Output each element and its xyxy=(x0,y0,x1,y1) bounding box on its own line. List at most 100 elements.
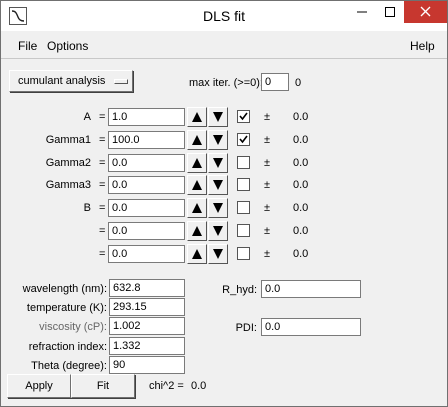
triangle-down-icon xyxy=(213,226,223,236)
equals-sign: = xyxy=(99,202,106,214)
equals-sign: = xyxy=(99,179,106,191)
close-icon xyxy=(420,6,431,17)
param-value-input[interactable]: 0.0 xyxy=(108,154,185,172)
fit-param-checkbox[interactable] xyxy=(237,156,250,169)
method-label: cumulant analysis xyxy=(18,75,106,87)
triangle-down-icon xyxy=(213,112,223,122)
triangle-up-icon xyxy=(192,158,202,168)
chi2-label: chi^2 = xyxy=(149,380,184,392)
fit-param-checkbox[interactable] xyxy=(237,247,250,260)
property-label: refraction index: xyxy=(28,341,107,353)
menu-file[interactable]: File xyxy=(18,39,37,53)
param-label: Gamma2 xyxy=(45,157,91,169)
decrease-button[interactable] xyxy=(208,130,228,150)
method-dropdown[interactable]: cumulant analysis xyxy=(9,70,133,92)
param-label: B xyxy=(83,202,91,214)
menu-help[interactable]: Help xyxy=(410,39,435,53)
property-input[interactable]: 632.8 xyxy=(109,279,185,297)
property-label: temperature (K): xyxy=(26,302,107,314)
decrease-button[interactable] xyxy=(208,153,228,173)
option-menu-indicator-icon xyxy=(114,79,128,84)
decrease-button[interactable] xyxy=(208,198,228,218)
close-button[interactable] xyxy=(404,1,447,23)
fit-param-checkbox[interactable] xyxy=(237,110,250,123)
increase-button[interactable] xyxy=(187,175,207,195)
param-value-input[interactable]: 0.0 xyxy=(108,222,185,240)
max-iter-input[interactable]: 0 xyxy=(261,73,289,91)
increase-button[interactable] xyxy=(187,153,207,173)
param-error: 0.0 xyxy=(293,202,309,214)
pdi-field: 0.0 xyxy=(261,318,361,336)
param-value-input[interactable]: 0.0 xyxy=(108,245,185,263)
fit-param-checkbox[interactable] xyxy=(237,224,250,237)
increase-button[interactable] xyxy=(187,221,207,241)
title-bar: DLS fit xyxy=(1,1,447,31)
param-value-input[interactable]: 1.0 xyxy=(108,108,185,126)
fit-button[interactable]: Fit xyxy=(71,374,135,398)
triangle-down-icon xyxy=(213,158,223,168)
increase-button[interactable] xyxy=(187,244,207,264)
max-iter-label: max iter. (>=0): xyxy=(189,77,263,89)
equals-sign: = xyxy=(99,248,106,260)
r-hyd-field: 0.0 xyxy=(261,280,361,298)
chi2-value: 0.0 xyxy=(191,380,207,392)
fit-param-checkbox[interactable] xyxy=(237,201,250,214)
max-iter-result: 0 xyxy=(295,77,302,89)
plus-minus-sign: ± xyxy=(264,157,271,169)
property-label: wavelength (nm): xyxy=(22,283,107,295)
maximize-button[interactable] xyxy=(376,1,404,23)
decrease-button[interactable] xyxy=(208,107,228,127)
menu-bar: File Options Help xyxy=(1,31,447,59)
property-input[interactable]: 1.332 xyxy=(109,337,185,355)
fit-param-checkbox[interactable] xyxy=(237,178,250,191)
minimize-button[interactable] xyxy=(348,1,376,23)
param-error: 0.0 xyxy=(293,179,309,191)
triangle-up-icon xyxy=(192,180,202,190)
param-value-input[interactable]: 100.0 xyxy=(108,131,185,149)
plus-minus-sign: ± xyxy=(264,202,271,214)
param-error: 0.0 xyxy=(293,134,309,146)
triangle-down-icon xyxy=(213,135,223,145)
equals-sign: = xyxy=(99,134,106,146)
plus-minus-sign: ± xyxy=(264,225,271,237)
plus-minus-sign: ± xyxy=(264,248,271,260)
triangle-down-icon xyxy=(213,203,223,213)
property-input[interactable]: 90 xyxy=(109,356,185,374)
param-error: 0.0 xyxy=(293,157,309,169)
menu-options[interactable]: Options xyxy=(47,39,88,53)
plus-minus-sign: ± xyxy=(264,111,271,123)
check-icon xyxy=(239,112,248,121)
triangle-up-icon xyxy=(192,135,202,145)
equals-sign: = xyxy=(99,225,106,237)
decrease-button[interactable] xyxy=(208,175,228,195)
apply-button[interactable]: Apply xyxy=(7,374,71,398)
r-hyd-label: R_hyd: xyxy=(222,284,257,296)
dls-fit-window: DLS fit File Options Help cumulant analy… xyxy=(0,0,448,407)
increase-button[interactable] xyxy=(187,198,207,218)
increase-button[interactable] xyxy=(187,130,207,150)
equals-sign: = xyxy=(99,157,106,169)
param-label: Gamma3 xyxy=(45,179,91,191)
param-label: Gamma1 xyxy=(45,134,91,146)
property-label: Theta (degree): xyxy=(31,360,107,372)
decrease-button[interactable] xyxy=(208,221,228,241)
property-input[interactable]: 1.002 xyxy=(109,317,185,335)
triangle-up-icon xyxy=(192,112,202,122)
triangle-down-icon xyxy=(213,180,223,190)
triangle-up-icon xyxy=(192,226,202,236)
decrease-button[interactable] xyxy=(208,244,228,264)
plus-minus-sign: ± xyxy=(264,134,271,146)
fit-param-checkbox[interactable] xyxy=(237,133,250,146)
param-error: 0.0 xyxy=(293,248,309,260)
param-value-input[interactable]: 0.0 xyxy=(108,199,185,217)
param-label: A xyxy=(83,111,91,123)
triangle-up-icon xyxy=(192,203,202,213)
property-label: viscosity (cP): xyxy=(39,321,107,333)
triangle-down-icon xyxy=(213,249,223,259)
param-value-input[interactable]: 0.0 xyxy=(108,176,185,194)
increase-button[interactable] xyxy=(187,107,207,127)
pdi-label: PDI: xyxy=(235,322,257,334)
triangle-up-icon xyxy=(192,249,202,259)
check-icon xyxy=(239,135,248,144)
property-input[interactable]: 293.15 xyxy=(109,298,185,316)
